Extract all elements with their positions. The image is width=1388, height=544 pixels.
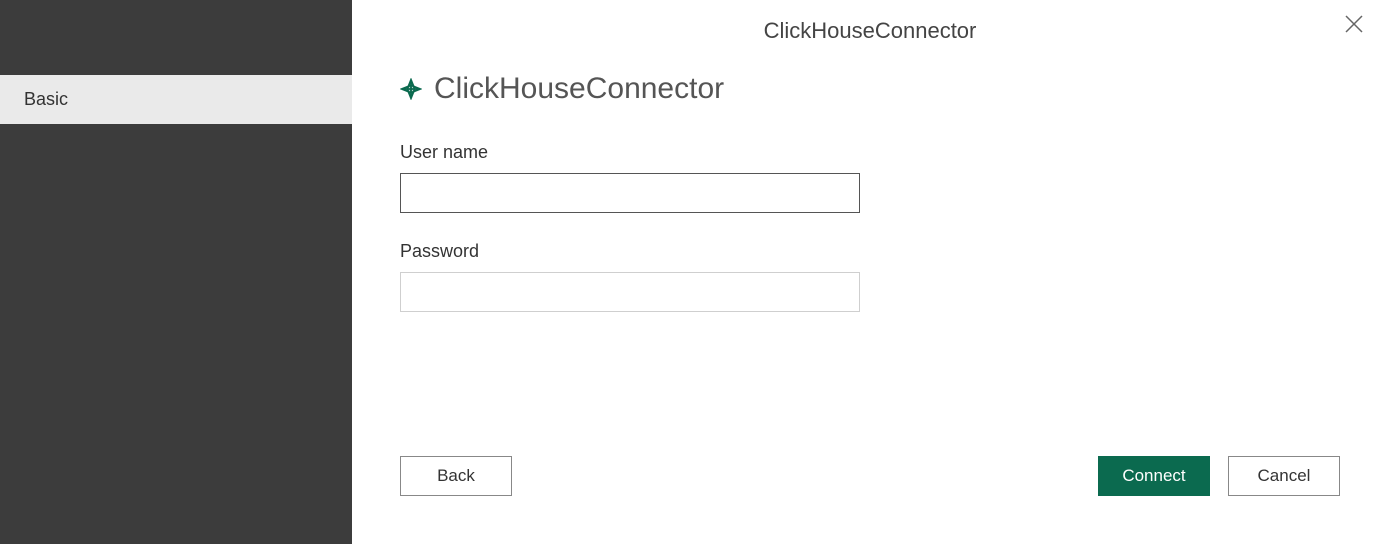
connector-icon (400, 78, 422, 100)
page-title: ClickHouseConnector (434, 72, 724, 106)
username-label: User name (400, 142, 1340, 163)
sidebar-spacer (0, 0, 352, 75)
password-input[interactable] (400, 272, 860, 312)
button-row: Back Connect Cancel (400, 456, 1340, 496)
username-input[interactable] (400, 173, 860, 213)
main-panel: ClickHouseConnector ClickHouseConnector (352, 0, 1388, 544)
password-label: Password (400, 241, 1340, 262)
cancel-button[interactable]: Cancel (1228, 456, 1340, 496)
back-button[interactable]: Back (400, 456, 512, 496)
window-title: ClickHouseConnector (352, 0, 1388, 44)
sidebar-item-basic[interactable]: Basic (0, 75, 352, 124)
sidebar: Basic (0, 0, 352, 544)
page-heading: ClickHouseConnector (400, 72, 1340, 106)
close-icon[interactable] (1344, 14, 1364, 34)
sidebar-item-label: Basic (24, 89, 68, 109)
username-field-group: User name (400, 142, 1340, 213)
password-field-group: Password (400, 241, 1340, 312)
connect-button[interactable]: Connect (1098, 456, 1210, 496)
